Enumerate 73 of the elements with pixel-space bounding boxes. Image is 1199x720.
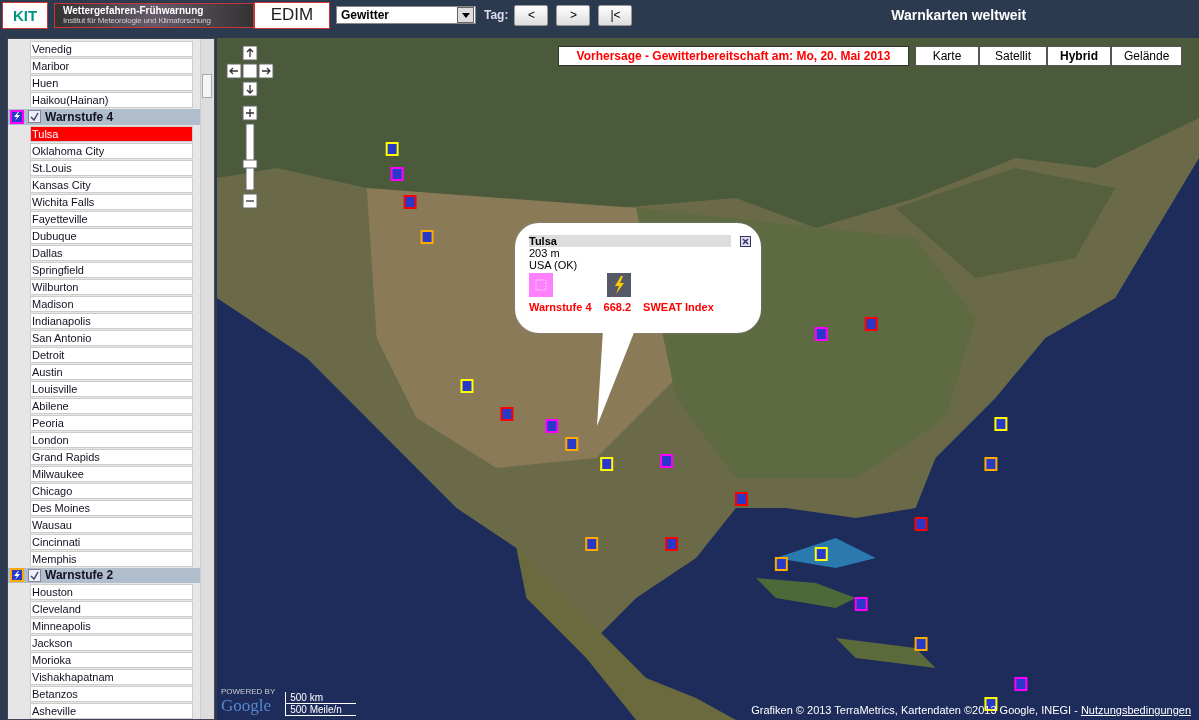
city-item[interactable]: Oklahoma City [30,142,193,159]
kit-logo: KIT [2,1,48,29]
city-item[interactable]: Wilburton [30,278,193,295]
city-item[interactable]: Memphis [30,550,193,567]
storm-icon [607,273,631,297]
city-item[interactable]: Dubuque [30,227,193,244]
city-item[interactable]: Huen [30,75,193,91]
city-item[interactable]: Wichita Falls [30,193,193,210]
city-item[interactable]: Abilene [30,397,193,414]
city-item[interactable]: London [30,431,193,448]
group-title: Warnstufe 4 [45,109,114,124]
city-item[interactable]: Cincinnati [30,533,193,550]
city-item[interactable]: Asheville [30,703,193,719]
city-item[interactable]: Cleveland [30,601,193,617]
city-item[interactable]: Venedig [30,41,193,57]
city-item[interactable]: Haikou(Hainan) [30,92,193,108]
banner-subtitle: Institut für Meteorologie und Klimaforschung [63,16,212,25]
city-item[interactable]: Houston [30,584,193,600]
city-item[interactable]: Chicago [30,482,193,499]
scale-label: 500 Meile/n [285,704,357,716]
page-title: Warnkarten weltweit [890,7,1028,23]
map-type-button[interactable]: Gelände [1111,46,1183,66]
warning-level-swatch [529,273,553,297]
index-label: SWEAT Index [643,301,714,313]
city-item[interactable]: Springfield [30,261,193,278]
city-item[interactable]: Madison [30,295,193,312]
city-item[interactable]: Louisville [30,380,193,397]
hazard-select[interactable]: Gewitter [336,6,476,24]
city-item[interactable]: Betanzos [30,686,193,702]
city-item[interactable]: Morioka [30,652,193,668]
city-item[interactable]: St.Louis [30,159,193,176]
city-item[interactable]: Des Moines [30,499,193,516]
day-label: Tag: [484,8,509,22]
region-text: USA (OK) [529,259,579,271]
city-item[interactable]: Maribor [30,58,193,74]
city-item[interactable]: San Antonio [30,329,193,346]
city-item[interactable]: Indianapolis [30,312,193,329]
city-item[interactable]: Detroit [30,346,193,363]
scale-label: 500 km [285,692,357,704]
warning-level-text: Warnstufe 4 [529,301,592,313]
group-title: Warnstufe 2 [45,568,114,583]
city-item[interactable]: Tulsa [30,125,193,142]
day-button[interactable]: |< [598,4,633,26]
city-item[interactable]: Fayetteville [30,210,193,227]
map-type-button[interactable]: Satellit [979,46,1047,66]
city-item[interactable]: Austin [30,363,193,380]
city-item[interactable]: Milwaukee [30,465,193,482]
map-type-button[interactable]: Hybrid [1047,46,1111,66]
city-item[interactable]: Dallas [30,244,193,261]
popup-title: Tulsa [529,235,731,247]
google-logo: Google [221,696,273,716]
forecast-banner: Vorhersage - Gewitterbereitschaft am: Mo, 20. Mai 2013 [558,46,909,66]
terms-link[interactable]: Nutzungsbedingungen [1080,704,1191,716]
city-item[interactable]: Grand Rapids [30,448,193,465]
powered-by-text: POWERED BY [221,687,276,696]
checkbox[interactable] [28,110,41,124]
city-item[interactable]: Minneapolis [30,618,193,634]
caret-icon [457,7,474,23]
city-item[interactable]: Peoria [30,414,193,431]
city-item[interactable]: Vishakhapatnam [30,669,193,685]
elevation-text: 203 m [529,247,561,259]
index-value: 668.2 [603,301,632,313]
day-button[interactable]: < [514,4,549,26]
day-button[interactable]: > [556,4,591,26]
edim-logo: EDIM [254,1,330,29]
banner-title: Wettergefahren-Frühwarnung [63,5,205,16]
map-type-button[interactable]: Karte [915,46,979,66]
city-item[interactable]: Kansas City [30,176,193,193]
attribution-text: Grafiken © 2013 TerraMetrics, Kartendaten ©2013 Google, INEGI - [751,704,1079,716]
city-item[interactable]: Wausau [30,516,193,533]
scrollbar[interactable] [200,39,214,719]
city-item[interactable]: Jackson [30,635,193,651]
checkbox[interactable] [28,568,41,582]
